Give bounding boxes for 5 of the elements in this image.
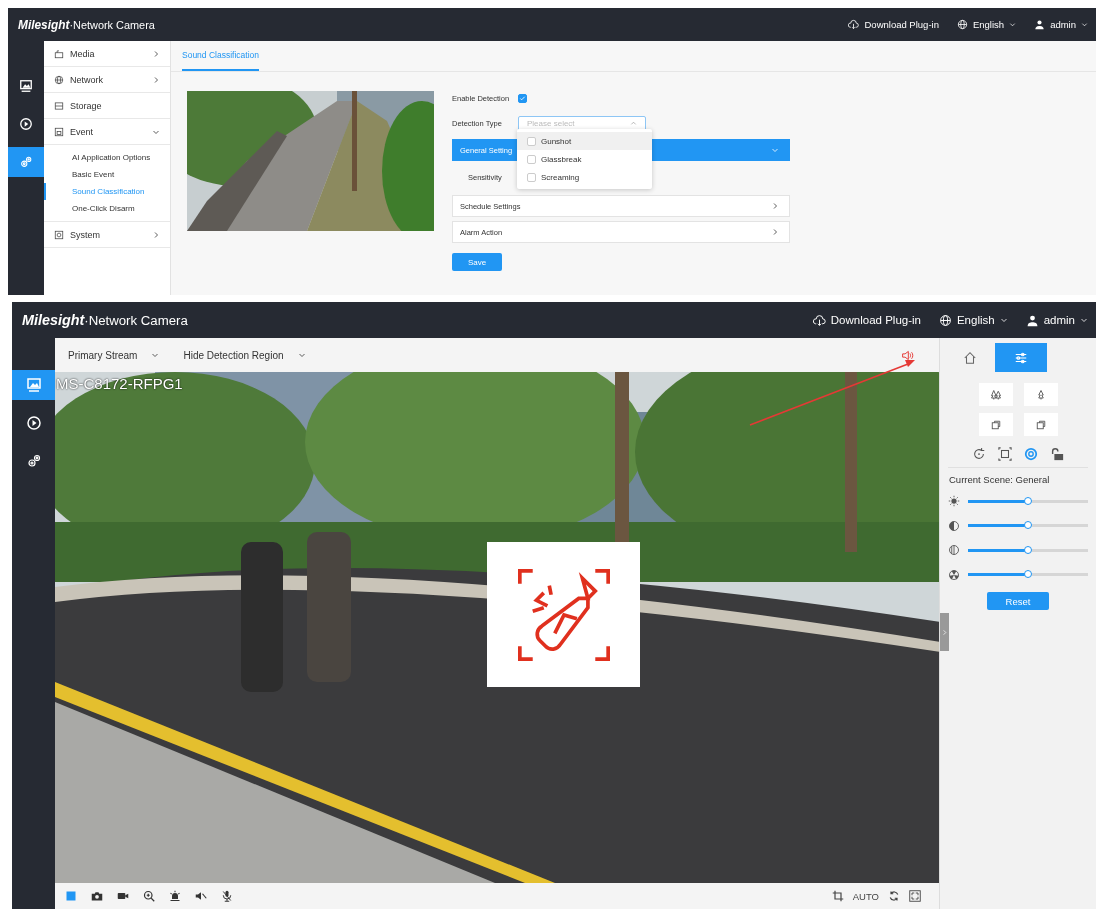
- brand-logo: Milesight: [22, 312, 85, 328]
- app-title: ·Network Camera: [84, 313, 188, 328]
- brand-logo: Milesight: [18, 17, 70, 32]
- app-title: ·Network Camera: [69, 18, 155, 31]
- scene-label: Current Scene: General: [949, 474, 1050, 485]
